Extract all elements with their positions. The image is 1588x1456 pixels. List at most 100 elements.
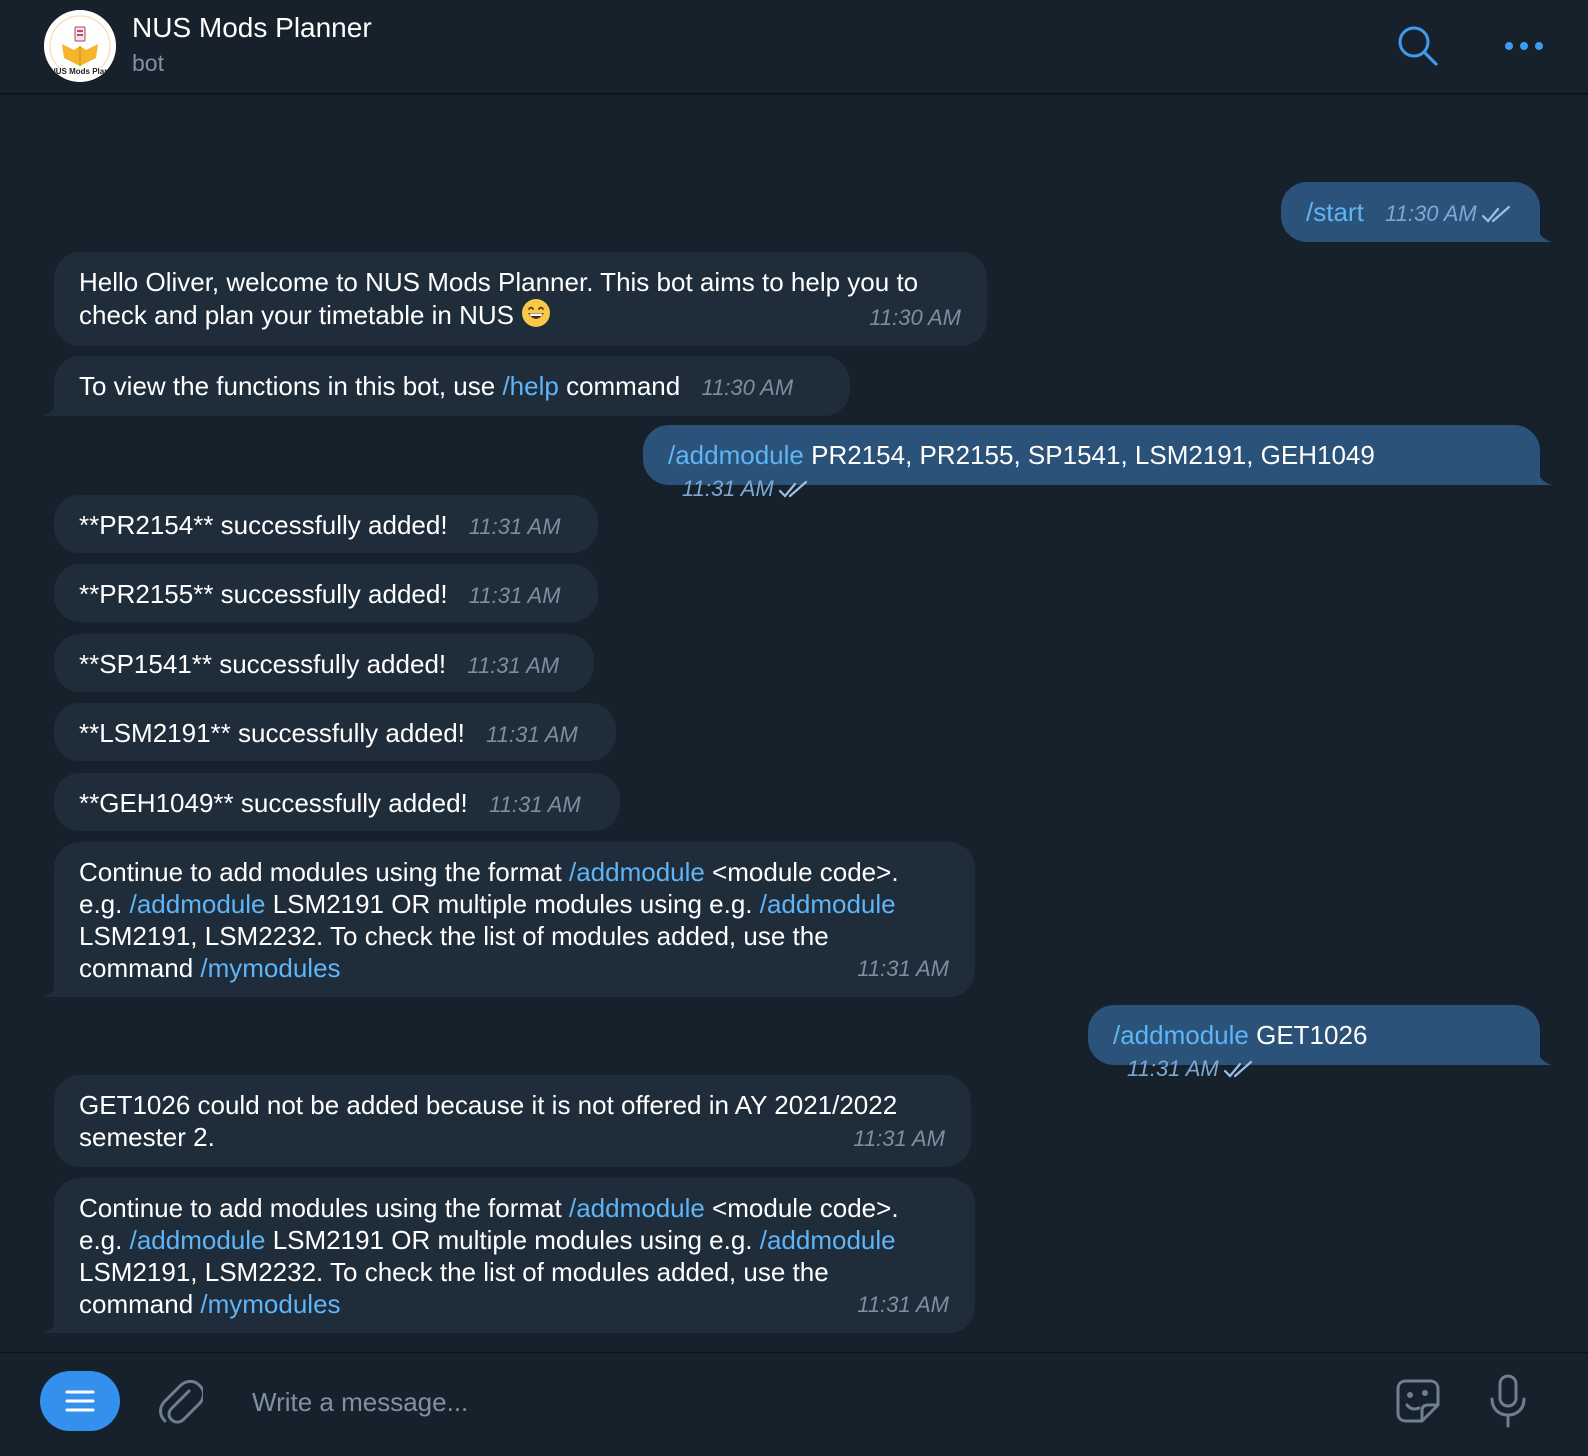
command-link[interactable]: /addmodule <box>569 1193 705 1223</box>
microphone-icon <box>1490 1374 1526 1428</box>
outgoing-message[interactable]: /addmodule GET1026 11:31 AM <box>1088 1005 1552 1081</box>
more-button[interactable] <box>1498 20 1550 72</box>
menu-icon <box>65 1390 95 1412</box>
message-line: LSM2191, LSM2232. To check the list of m… <box>79 921 829 951</box>
message-text: LSM2191 OR multiple modules using e.g. <box>265 889 760 919</box>
time-text: 11:31 AM <box>682 476 774 501</box>
message-time: 11:31 AM <box>857 1292 949 1317</box>
double-check-icon <box>1481 206 1510 223</box>
message-line: e.g. /addmodule LSM2191 OR multiple modu… <box>79 1224 949 1256</box>
message-text: LSM2191 OR multiple modules using e.g. <box>265 1225 760 1255</box>
message-line: LSM2191, LSM2232. To check the list of m… <box>79 1257 829 1287</box>
chat-header: NUS Mods Planner NUS Mods Planner bot <box>0 0 1588 94</box>
message-time: 11:30 AM <box>1385 198 1511 230</box>
command-link[interactable]: /addmodule <box>760 1225 896 1255</box>
incoming-message[interactable]: To view the functions in this bot, use /… <box>42 356 850 416</box>
message-text: command <box>79 953 201 983</box>
message-text: <module code>. <box>704 1193 899 1223</box>
bot-menu-button[interactable] <box>40 1371 120 1431</box>
message-text: Continue to add modules using the format <box>79 857 569 887</box>
command-link[interactable]: /addmodule <box>760 889 896 919</box>
message-line: GET1026 could not be added because it is… <box>79 1090 898 1120</box>
message-line: Continue to add modules using the format… <box>79 856 949 888</box>
message-line: command /mymodules <box>79 1288 949 1320</box>
message-text: command <box>79 1289 201 1319</box>
chat-subtitle: bot <box>132 50 164 76</box>
command-link[interactable]: /mymodules <box>200 1289 340 1319</box>
message-time: 11:31 AM <box>468 514 561 539</box>
command-link[interactable]: /start <box>1306 197 1364 227</box>
incoming-message[interactable]: **SP1541** successfully added! 11:31 AM <box>54 634 594 692</box>
message-composer <box>0 1352 1588 1456</box>
time-text: 11:31 AM <box>1127 1056 1219 1081</box>
incoming-message[interactable]: Hello Oliver, welcome to NUS Mods Planne… <box>54 252 987 346</box>
search-button[interactable] <box>1392 20 1444 72</box>
message-text: **SP1541** successfully added! <box>79 649 447 679</box>
message-text: PR2154, PR2155, SP1541, LSM2191, GEH1049 <box>803 440 1375 470</box>
message-text: **GEH1049** successfully added! <box>79 788 468 818</box>
incoming-message[interactable]: **PR2155** successfully added! 11:31 AM <box>54 564 598 622</box>
incoming-message[interactable]: Continue to add modules using the format… <box>42 842 975 997</box>
bubble-tail <box>1534 1047 1552 1065</box>
incoming-message[interactable]: **LSM2191** successfully added! 11:31 AM <box>54 703 616 761</box>
sticker-icon <box>1396 1379 1440 1423</box>
bubble-tail <box>1534 467 1552 485</box>
message-time: 11:30 AM <box>701 375 794 400</box>
message-text: e.g. <box>79 1225 130 1255</box>
message-time: 11:31 AM <box>467 653 560 678</box>
message-text: Hello Oliver, welcome to NUS Mods Planne… <box>79 267 919 330</box>
incoming-message[interactable]: Continue to add modules using the format… <box>42 1178 975 1333</box>
message-input[interactable] <box>250 1379 1354 1425</box>
avatar-caption: NUS Mods Planner <box>50 67 116 76</box>
voice-message-button[interactable] <box>1484 1371 1532 1431</box>
message-line: e.g. /addmodule LSM2191 OR multiple modu… <box>79 888 949 920</box>
message-text: GET1026 <box>1248 1020 1368 1050</box>
message-text: To view the functions in this bot, use <box>79 371 503 401</box>
message-text: <module code>. <box>704 857 899 887</box>
command-link[interactable]: /addmodule <box>668 440 804 470</box>
attach-button[interactable] <box>156 1375 206 1429</box>
search-icon <box>1398 26 1438 66</box>
incoming-message[interactable]: GET1026 could not be added because it is… <box>54 1075 971 1167</box>
incoming-message[interactable]: **GEH1049** successfully added! 11:31 AM <box>54 773 620 831</box>
message-line: command /mymodules <box>79 952 949 984</box>
outgoing-message[interactable]: /addmodule PR2154, PR2155, SP1541, LSM21… <box>643 425 1552 501</box>
paperclip-icon <box>159 1379 203 1424</box>
message-time: 11:31 AM <box>853 1126 945 1151</box>
incoming-message[interactable]: **PR2154** successfully added! 11:31 AM <box>54 495 598 553</box>
message-time: 11:31 AM <box>468 583 561 608</box>
bot-avatar[interactable]: NUS Mods Planner <box>44 10 116 82</box>
double-check-icon <box>1223 1061 1252 1078</box>
message-time: 11:31 AM <box>1127 1053 1253 1085</box>
message-time: 11:31 AM <box>682 473 808 505</box>
command-link[interactable]: /help <box>502 371 558 401</box>
message-time: 11:31 AM <box>857 956 949 981</box>
message-text: e.g. <box>79 889 130 919</box>
telegram-window: NUS Mods Planner NUS Mods Planner bot /s… <box>0 0 1588 1456</box>
message-text: **PR2155** successfully added! <box>79 579 448 609</box>
bubble-tail <box>42 979 60 997</box>
bubble-tail <box>1534 224 1552 242</box>
message-time: 11:31 AM <box>489 792 581 817</box>
command-link[interactable]: /mymodules <box>200 953 340 983</box>
message-text: command <box>558 371 681 401</box>
message-line: Continue to add modules using the format… <box>79 1192 949 1224</box>
message-line: semester 2. <box>79 1122 215 1152</box>
command-link[interactable]: /addmodule <box>569 857 705 887</box>
bubble-tail <box>42 398 60 416</box>
more-dots-icon <box>1505 42 1543 50</box>
command-link[interactable]: /addmodule <box>130 889 266 919</box>
message-text: Continue to add modules using the format <box>79 1193 569 1223</box>
grinning-face-emoji-icon <box>522 299 551 327</box>
chat-title[interactable]: NUS Mods Planner <box>132 12 372 44</box>
double-check-icon <box>778 481 807 498</box>
command-link[interactable]: /addmodule <box>130 1225 266 1255</box>
message-text: **LSM2191** successfully added! <box>79 718 465 748</box>
time-text: 11:30 AM <box>1385 201 1477 226</box>
sticker-button[interactable] <box>1390 1373 1446 1429</box>
message-time: 11:31 AM <box>486 722 578 747</box>
outgoing-message[interactable]: /start 11:30 AM <box>1281 182 1552 242</box>
message-time: 11:30 AM <box>869 305 961 330</box>
message-list[interactable]: /start 11:30 AM Hello Oliver, welcome to… <box>0 95 1588 1365</box>
command-link[interactable]: /addmodule <box>1113 1020 1249 1050</box>
